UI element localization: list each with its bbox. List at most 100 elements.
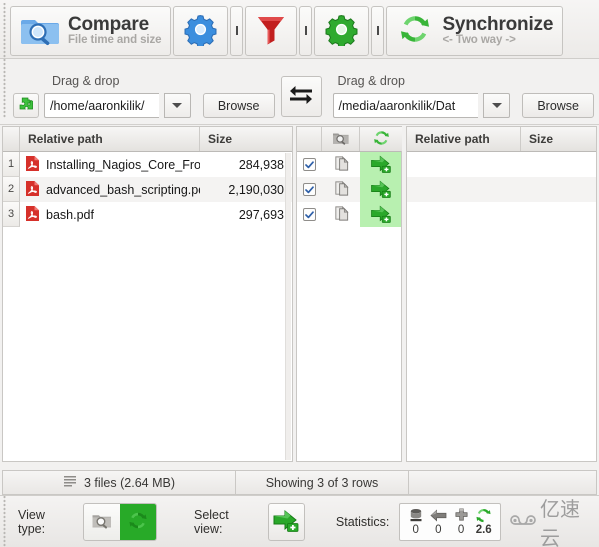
status-rows-text: Showing 3 of 3 rows (236, 471, 409, 494)
left-grid-body[interactable]: 1 Installing_Nagios_Core_Fro... 284,938 2 … (3, 152, 292, 461)
green-sync-icon (372, 129, 391, 150)
right-grid-body[interactable] (407, 152, 596, 461)
middle-header-checkbox (297, 127, 322, 151)
left-path-input[interactable]: /home/aaronkilik/ (44, 93, 159, 118)
row-compare-action[interactable] (322, 202, 360, 227)
row-checkbox-cell[interactable] (297, 152, 322, 177)
compare-settings-button[interactable] (173, 5, 229, 56)
middle-grid-body[interactable] (297, 152, 401, 461)
action-row[interactable] (297, 202, 401, 227)
view-type-sync-option[interactable] (120, 503, 156, 540)
row-checkbox-cell[interactable] (297, 177, 322, 202)
row-number: 3 (3, 202, 20, 227)
right-header-size[interactable]: Size (521, 127, 596, 151)
view-type-compare-option[interactable] (84, 504, 120, 540)
left-file-name-text: advanced_bash_scripting.pdf (46, 182, 200, 197)
select-view-button[interactable] (267, 502, 305, 541)
row-checkbox-cell[interactable] (297, 202, 322, 227)
swap-sides-button[interactable] (280, 76, 322, 117)
left-file-size: 297,693 (238, 207, 284, 222)
right-file-grid: Relative path Size (406, 126, 597, 462)
toolbar-grip[interactable] (1, 3, 8, 58)
statistics-values-row: 0 0 0 2.6 (404, 524, 495, 536)
right-path-dropdown[interactable] (483, 93, 511, 118)
table-row[interactable] (407, 177, 596, 202)
watermark-text: 亿速云 (540, 498, 581, 547)
freefilesync-window: Compare File time and size Synchronize <… (0, 0, 599, 547)
folder-search-icon (20, 11, 60, 50)
right-browse-button[interactable]: Browse (522, 93, 594, 118)
middle-grid-header (297, 127, 402, 152)
row-number: 1 (3, 152, 20, 177)
right-file-size (521, 202, 596, 227)
gray-folder-search-icon (332, 130, 350, 149)
comparison-grid: Relative path Size 1 Installing_Nagios_C… (0, 126, 599, 462)
table-row[interactable]: 2 advanced_bash_scripting.pdf 2,190,030 (3, 177, 292, 202)
sync-settings-button[interactable] (314, 5, 370, 56)
pathbar-grip[interactable] (1, 59, 8, 118)
toolbar-separator-3[interactable] (371, 5, 385, 56)
toolbar-separator-2[interactable] (299, 5, 313, 56)
swap-arrows-icon (288, 82, 314, 111)
view-type-toggle[interactable] (83, 502, 157, 541)
table-row[interactable] (407, 202, 596, 227)
middle-header-sync[interactable] (360, 127, 402, 151)
pdf-file-icon (25, 205, 40, 225)
green-gear-icon (325, 13, 358, 49)
row-checkbox[interactable] (303, 208, 316, 221)
row-checkbox[interactable] (303, 158, 316, 171)
gray-folder-search-icon (91, 511, 113, 533)
right-path-input[interactable]: /media/aaronkilik/Dat (332, 93, 479, 118)
left-path-dropdown[interactable] (163, 93, 191, 118)
left-file-name[interactable]: advanced_bash_scripting.pdf (20, 177, 200, 202)
left-browse-button[interactable]: Browse (202, 93, 275, 118)
left-gutter-header (3, 127, 20, 151)
left-file-size: 2,190,030 (228, 182, 284, 197)
view-type-label: View type: (18, 507, 46, 536)
left-addon-button[interactable] (13, 93, 39, 118)
left-file-size: 284,938 (238, 157, 284, 172)
statistics-value: 2.6 (475, 524, 492, 536)
compare-button[interactable]: Compare File time and size (10, 5, 172, 56)
right-file-size (521, 152, 596, 177)
pdf-file-icon (25, 155, 40, 175)
action-row[interactable] (297, 177, 401, 202)
green-arrow-plus-icon (370, 204, 392, 226)
red-funnel-icon (256, 13, 286, 48)
select-view-label: Select view: (193, 507, 229, 536)
action-row[interactable] (297, 152, 401, 177)
green-arrow-plus-icon (370, 179, 392, 201)
left-header-relative-path[interactable]: Relative path (20, 127, 200, 151)
left-grid-scrollbar[interactable] (285, 153, 291, 460)
row-compare-action[interactable] (322, 152, 360, 177)
left-file-name[interactable]: Installing_Nagios_Core_Fro... (20, 152, 200, 177)
bottombar-grip[interactable] (1, 496, 8, 547)
status-right-segment (409, 471, 596, 494)
right-header-relative-path[interactable]: Relative path (407, 127, 521, 151)
right-file-size (521, 177, 596, 202)
left-path-panel: Drag & drop /home/aaronkilik/ Browse (8, 68, 275, 118)
filter-button[interactable] (245, 5, 298, 56)
table-row[interactable]: 1 Installing_Nagios_Core_Fro... 284,938 (3, 152, 292, 177)
green-sync-icon (127, 510, 149, 534)
table-row[interactable] (407, 152, 596, 177)
row-sync-action[interactable] (360, 152, 401, 177)
table-row[interactable]: 3 bash.pdf 297,693 (3, 202, 292, 227)
green-sync-icon (396, 12, 434, 49)
row-checkbox[interactable] (303, 183, 316, 196)
copy-pages-icon (333, 180, 350, 200)
watermark: 亿速云 (510, 493, 595, 547)
left-file-name-text: Installing_Nagios_Core_Fro... (46, 157, 200, 172)
left-file-name-text: bash.pdf (46, 207, 94, 222)
row-compare-action[interactable] (322, 177, 360, 202)
row-sync-action[interactable] (360, 177, 401, 202)
row-sync-action[interactable] (360, 202, 401, 227)
pdf-file-icon (25, 180, 40, 200)
toolbar-separator-1[interactable] (230, 5, 244, 56)
left-file-name[interactable]: bash.pdf (20, 202, 200, 227)
left-header-size[interactable]: Size (200, 127, 292, 151)
statistics-value: 0 (412, 524, 419, 536)
left-grid-header: Relative path Size (3, 127, 292, 152)
middle-header-compare[interactable] (322, 127, 360, 151)
synchronize-button[interactable]: Synchronize <- Two way -> (386, 5, 564, 56)
